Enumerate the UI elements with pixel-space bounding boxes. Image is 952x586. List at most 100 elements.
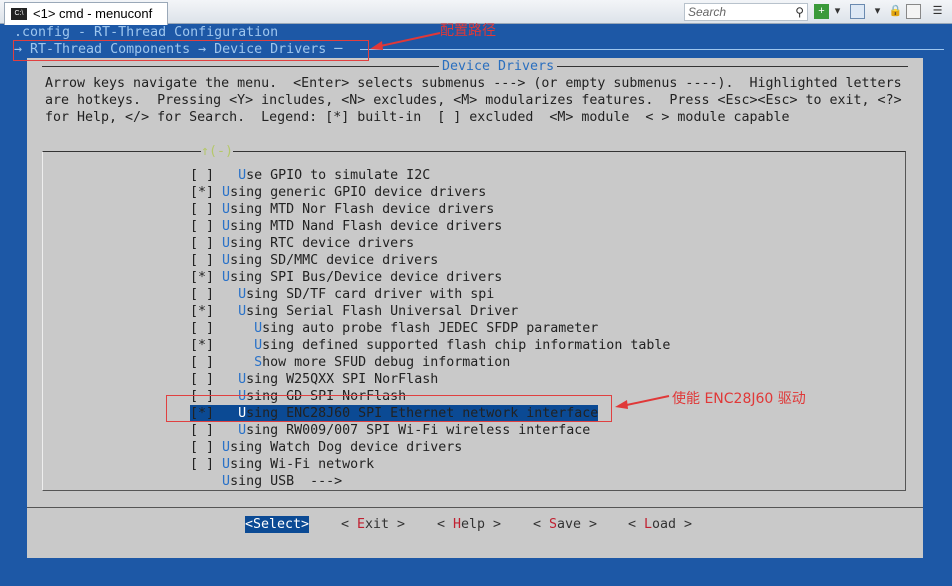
select-button[interactable]: <Select> xyxy=(245,516,310,533)
button-separator xyxy=(27,507,923,508)
button-label: ave > xyxy=(557,517,598,532)
panel-icon[interactable] xyxy=(906,4,921,19)
checkbox[interactable]: [ ] xyxy=(190,253,214,268)
hotkey: U xyxy=(238,372,247,387)
hotkey: E xyxy=(357,517,366,532)
item-label: sing MTD Nand Flash device drivers xyxy=(230,219,503,234)
checkbox[interactable]: [ ] xyxy=(190,355,214,370)
exit-button[interactable]: < Exit > xyxy=(341,516,405,533)
menu-item[interactable]: [ ] Using MTD Nand Flash device drivers xyxy=(190,218,502,235)
item-label: sing Watch Dog device drivers xyxy=(230,440,463,455)
checkbox[interactable]: [ ] xyxy=(190,219,214,234)
item-label: sing Wi-Fi network xyxy=(230,457,375,472)
dialog-title: Device Drivers xyxy=(439,58,558,75)
item-label: se GPIO to simulate I2C xyxy=(246,168,431,183)
hotkey: U xyxy=(238,304,247,319)
checkbox[interactable]: [ ] xyxy=(190,440,214,455)
dropdown-arrow-icon[interactable]: ▾ xyxy=(870,4,885,19)
menu-item[interactable]: [ ] Using RTC device drivers xyxy=(190,235,414,252)
search-placeholder: Search xyxy=(688,5,727,19)
checkbox[interactable]: [*] xyxy=(190,304,214,319)
menu-dialog: Device Drivers Arrow keys navigate the m… xyxy=(27,58,923,558)
checkbox[interactable]: [ ] xyxy=(190,236,214,251)
menu-item[interactable]: [ ] Use GPIO to simulate I2C xyxy=(190,167,430,184)
annotation-arrow-icon xyxy=(615,395,670,409)
checkbox[interactable]: [*] xyxy=(190,270,214,285)
button-label: oad > xyxy=(652,517,693,532)
checkbox[interactable]: [ ] xyxy=(190,287,214,302)
new-tab-icon[interactable]: + xyxy=(814,4,829,19)
menu-item[interactable]: [ ] Using MTD Nor Flash device drivers xyxy=(190,201,494,218)
button-bracket: < xyxy=(437,517,454,532)
save-button[interactable]: < Save > xyxy=(533,516,597,533)
search-input[interactable]: Search ⚲ xyxy=(684,3,808,21)
button-label: xit > xyxy=(365,517,406,532)
menu-item[interactable]: [*] Using generic GPIO device drivers xyxy=(190,184,486,201)
item-label: sing RTC device drivers xyxy=(230,236,415,251)
annotation-box-path xyxy=(13,40,369,61)
checkbox[interactable]: [*] xyxy=(190,185,214,200)
breadcrumb-rule xyxy=(360,49,944,50)
hotkey: U xyxy=(238,168,247,183)
hotkey: L xyxy=(644,517,653,532)
checkbox[interactable]: [ ] xyxy=(190,372,214,387)
item-label: sing SPI Bus/Device device drivers xyxy=(230,270,503,285)
menu-item[interactable]: [ ] Using SD/TF card driver with spi xyxy=(190,286,494,303)
hotkey: U xyxy=(222,474,231,489)
load-button[interactable]: < Load > xyxy=(628,516,692,533)
checkbox[interactable]: [*] xyxy=(190,338,214,353)
hotkey: U xyxy=(254,338,263,353)
menu-item[interactable]: [*] Using defined supported flash chip i… xyxy=(190,337,670,354)
menu-icon[interactable]: ☰ xyxy=(930,4,945,19)
terminal-tab[interactable]: C:\ <1> cmd - menuconf xyxy=(4,2,168,25)
menu-list: ↑(-) [ ] Use GPIO to simulate I2C [*] Usi… xyxy=(42,143,906,491)
hotkey: S xyxy=(549,517,558,532)
hotkey: U xyxy=(222,270,231,285)
dropdown-arrow-icon[interactable]: ▾ xyxy=(830,4,845,19)
help-line: for Help, </> for Search. Legend: [*] bu… xyxy=(45,110,790,125)
checkbox[interactable]: [ ] xyxy=(190,168,214,183)
annotation-arrow-icon xyxy=(370,32,441,50)
help-button[interactable]: < Help > xyxy=(437,516,501,533)
menu-item[interactable]: [ ] Show more SFUD debug information xyxy=(190,354,510,371)
menu-item[interactable]: [ ] Using auto probe flash JEDEC SFDP pa… xyxy=(190,320,598,337)
menu-item[interactable]: [*] Using SPI Bus/Device device drivers xyxy=(190,269,502,286)
button-bracket: < xyxy=(245,517,254,532)
menu-item[interactable]: [ ] Using Wi-Fi network xyxy=(190,456,374,473)
checkbox[interactable]: [ ] xyxy=(190,202,214,217)
button-bracket: < xyxy=(533,517,550,532)
menu-item[interactable]: [ ] Using Watch Dog device drivers xyxy=(190,439,462,456)
item-label: sing SD/MMC device drivers xyxy=(230,253,439,268)
item-label: sing Serial Flash Universal Driver xyxy=(246,304,519,319)
button-label: elp > xyxy=(461,517,502,532)
menu-item[interactable]: [ ] Using W25QXX SPI NorFlash xyxy=(190,371,438,388)
button-bracket: < xyxy=(628,517,645,532)
checkbox[interactable]: [ ] xyxy=(190,321,214,336)
hotkey: S xyxy=(253,517,262,532)
lock-icon[interactable]: 🔒 xyxy=(888,4,903,19)
menu-item[interactable]: Using USB ---> xyxy=(190,473,342,490)
checkbox[interactable]: [ ] xyxy=(190,457,214,472)
menu-item[interactable]: [ ] Using SD/MMC device drivers xyxy=(190,252,438,269)
menu-item[interactable]: [*] Using Serial Flash Universal Driver xyxy=(190,303,518,320)
hotkey: U xyxy=(222,185,231,200)
checkbox[interactable] xyxy=(190,474,214,489)
view-icon[interactable] xyxy=(850,4,865,19)
checkbox[interactable]: [ ] xyxy=(190,423,214,438)
hotkey: U xyxy=(222,202,231,217)
search-icon[interactable]: ⚲ xyxy=(795,4,804,20)
menu-item[interactable]: [ ] Using RW009/007 SPI Wi-Fi wireless i… xyxy=(190,422,590,439)
